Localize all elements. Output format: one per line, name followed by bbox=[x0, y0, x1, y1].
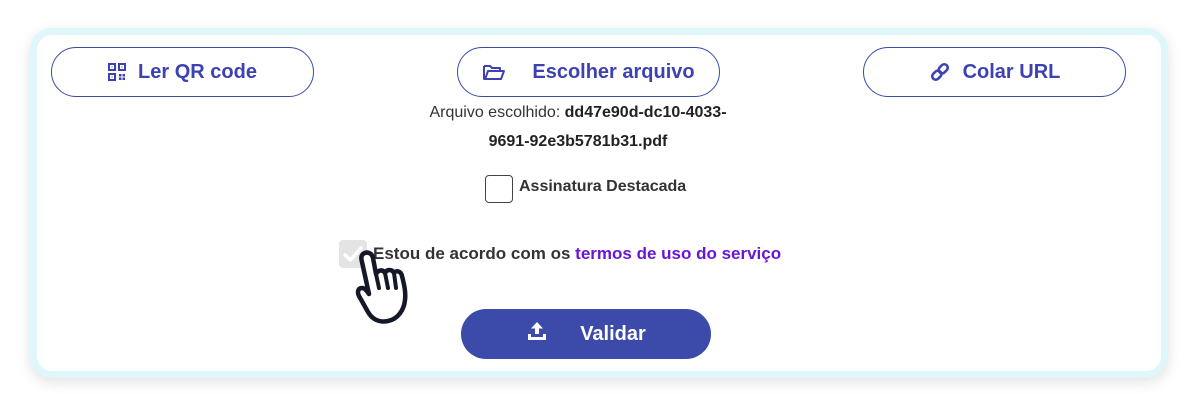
page: Ler QR code Escolher arquivo Colar URL A… bbox=[0, 0, 1203, 414]
choose-file-label: Escolher arquivo bbox=[532, 60, 695, 83]
upload-icon bbox=[526, 320, 548, 348]
validate-button[interactable]: Validar bbox=[461, 309, 711, 359]
chosen-file-name-part1: dd47e90d-dc10-4033- bbox=[564, 104, 727, 121]
read-qr-code-label: Ler QR code bbox=[138, 60, 257, 83]
terms-label: Estou de acordo com os termos de uso do … bbox=[373, 244, 781, 264]
hand-pointer-cursor-icon bbox=[347, 248, 419, 331]
chosen-file-name-part2: 9691-92e3b5781b31.pdf bbox=[488, 133, 668, 150]
terms-of-use-link[interactable]: termos de uso do serviço bbox=[575, 244, 781, 263]
chosen-file-prefix: Arquivo escolhido: bbox=[429, 104, 565, 121]
detached-signature-option[interactable]: Assinatura Destacada bbox=[485, 175, 686, 203]
folder-open-icon bbox=[482, 63, 506, 81]
qr-code-icon bbox=[108, 63, 127, 81]
choose-file-button[interactable]: Escolher arquivo bbox=[457, 47, 720, 97]
detached-signature-checkbox[interactable] bbox=[485, 175, 513, 203]
chosen-file-info: Arquivo escolhido: dd47e90d-dc10-4033- 9… bbox=[380, 98, 776, 156]
paste-url-button[interactable]: Colar URL bbox=[863, 47, 1126, 97]
link-icon bbox=[929, 61, 951, 83]
read-qr-code-button[interactable]: Ler QR code bbox=[51, 47, 314, 97]
validate-label: Validar bbox=[580, 322, 646, 345]
paste-url-label: Colar URL bbox=[962, 60, 1061, 83]
detached-signature-label: Assinatura Destacada bbox=[519, 178, 687, 195]
